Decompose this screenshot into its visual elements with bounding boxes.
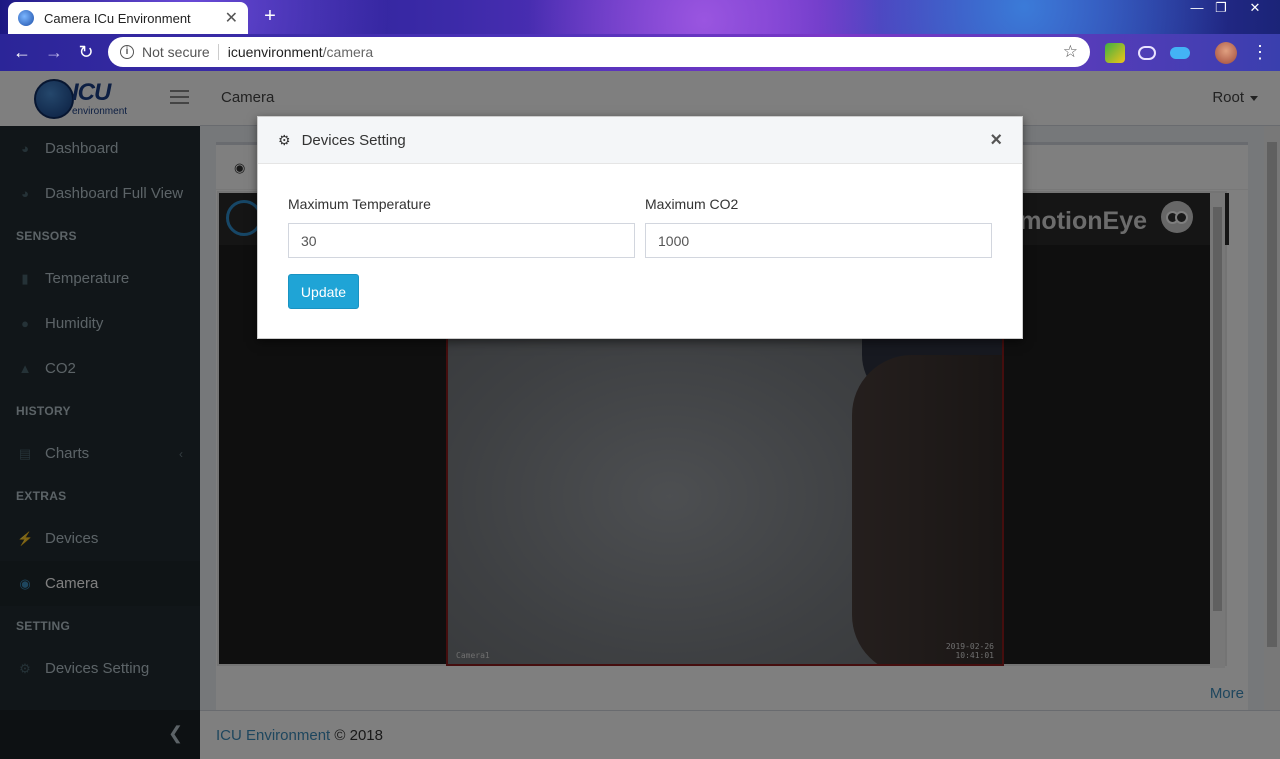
browser-toolbar: ← → ↻ i Not secure icuenvironment/camera… [0,34,1280,71]
reload-icon[interactable]: ↻ [74,41,98,65]
max-temperature-input[interactable] [288,223,635,258]
url-host: icuenvironment [227,44,323,60]
cloud-icon[interactable] [1170,47,1190,59]
url-path: /camera [322,44,374,60]
modal-body: Maximum Temperature Maximum CO2 Update [258,164,1022,339]
max-co2-label: Maximum CO2 [645,196,739,212]
tab-title: Camera ICu Environment [44,10,191,26]
bookmark-star-icon[interactable]: ☆ [1063,42,1078,62]
update-button[interactable]: Update [288,274,359,309]
gear-icon: ⚙ [278,131,291,148]
window-minimize-button[interactable]: — [1184,0,1210,18]
modal-title: Devices Setting [301,131,406,149]
new-tab-button[interactable]: + [258,6,282,28]
modal-header: ⚙ Devices Setting × [258,117,1022,164]
profile-avatar[interactable] [1215,42,1237,64]
security-label: Not secure [142,44,210,60]
address-bar[interactable]: i Not secure icuenvironment/camera ☆ [108,37,1090,67]
menu-kebab-icon[interactable]: ⋮ [1248,41,1272,65]
devices-setting-modal: ⚙ Devices Setting × Maximum Temperature … [257,116,1023,339]
browser-tab-strip: Camera ICu Environment ✕ + — ❐ ✕ [0,0,1280,34]
forward-arrow-icon[interactable]: → [42,41,66,65]
tab-close-icon[interactable]: ✕ [225,8,238,28]
info-icon[interactable]: i [120,45,134,59]
site-favicon-icon [18,10,34,26]
extension-icon[interactable] [1105,43,1125,63]
max-temperature-label: Maximum Temperature [288,196,431,212]
back-arrow-icon[interactable]: ← [10,41,34,65]
max-co2-input[interactable] [645,223,992,258]
close-icon[interactable]: × [990,129,1002,152]
window-close-button[interactable]: ✕ [1242,0,1268,18]
window-restore-button[interactable]: ❐ [1208,0,1234,18]
browser-tab[interactable]: Camera ICu Environment ✕ [8,2,248,34]
divider [217,44,219,60]
extension-icon[interactable] [1138,46,1156,60]
